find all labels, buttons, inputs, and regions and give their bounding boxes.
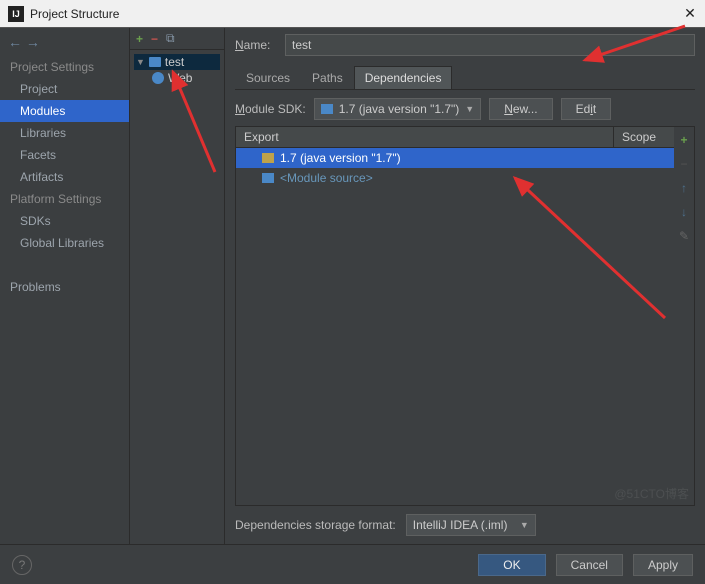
window-title: Project Structure xyxy=(30,7,683,21)
close-icon[interactable]: ✕ xyxy=(683,7,697,21)
app-logo: IJ xyxy=(8,6,24,22)
tab-dependencies[interactable]: Dependencies xyxy=(354,66,453,89)
table-row[interactable]: <Module source> xyxy=(236,168,674,188)
new-button[interactable]: New... xyxy=(489,98,552,120)
folder-icon xyxy=(321,104,333,114)
remove-icon[interactable]: − xyxy=(680,157,687,171)
sdk-label: Module SDK: xyxy=(235,102,306,116)
web-icon xyxy=(152,72,164,84)
storage-value: IntelliJ IDEA (.iml) xyxy=(413,518,508,532)
help-icon[interactable]: ? xyxy=(12,555,32,575)
title-bar: IJ Project Structure ✕ xyxy=(0,0,705,28)
sidebar-item-sdks[interactable]: SDKs xyxy=(0,210,129,232)
tab-sources[interactable]: Sources xyxy=(235,66,301,89)
footer: ? OK Cancel Apply xyxy=(0,544,705,584)
sidebar-item-global-libraries[interactable]: Global Libraries xyxy=(0,232,129,254)
tree-node-test[interactable]: ▼ test xyxy=(134,54,220,70)
move-down-icon[interactable]: ↓ xyxy=(681,205,687,219)
source-icon xyxy=(262,173,274,183)
dependencies-table-wrap: Export Scope 1.7 (java version "1.7") <M… xyxy=(235,126,695,506)
storage-label: Dependencies storage format: xyxy=(235,518,396,532)
move-up-icon[interactable]: ↑ xyxy=(681,181,687,195)
tree-body: ▼ test Web xyxy=(130,50,224,90)
sidebar-item-libraries[interactable]: Libraries xyxy=(0,122,129,144)
name-row: Name: xyxy=(235,34,695,56)
nav-arrows[interactable]: ← → xyxy=(0,34,129,56)
sdk-row: Module SDK: 1.7 (java version "1.7") ▼ N… xyxy=(235,98,695,120)
edit-icon[interactable]: ✎ xyxy=(679,229,689,243)
sidebar-item-facets[interactable]: Facets xyxy=(0,144,129,166)
sdk-combo[interactable]: 1.7 (java version "1.7") ▼ xyxy=(314,98,482,120)
name-input[interactable] xyxy=(285,34,695,56)
storage-combo[interactable]: IntelliJ IDEA (.iml) ▼ xyxy=(406,514,536,536)
dep-label: <Module source> xyxy=(280,171,373,185)
table-vtoolbar: + − ↑ ↓ ✎ xyxy=(674,127,694,505)
tree-node-label: Web xyxy=(168,71,192,85)
edit-button[interactable]: Edit xyxy=(561,98,612,120)
sidebar-section-empty xyxy=(0,254,129,276)
tab-paths[interactable]: Paths xyxy=(301,66,354,89)
add-icon[interactable]: + xyxy=(680,133,687,147)
th-scope[interactable]: Scope xyxy=(614,127,674,147)
sidebar-section-platform: Platform Settings xyxy=(0,188,129,210)
folder-icon xyxy=(149,57,161,67)
tree-node-label: test xyxy=(165,55,184,69)
tree-node-web[interactable]: Web xyxy=(134,70,220,86)
cancel-button[interactable]: Cancel xyxy=(556,554,623,576)
storage-row: Dependencies storage format: IntelliJ ID… xyxy=(235,514,695,536)
apply-button[interactable]: Apply xyxy=(633,554,693,576)
sidebar-item-project[interactable]: Project xyxy=(0,78,129,100)
chevron-down-icon: ▼ xyxy=(465,104,474,114)
chevron-down-icon: ▼ xyxy=(520,520,529,530)
content-panel: Name: Sources Paths Dependencies Module … xyxy=(225,28,705,544)
sidebar-item-modules[interactable]: Modules xyxy=(0,100,129,122)
sidebar-item-problems[interactable]: Problems xyxy=(0,276,129,298)
th-export[interactable]: Export xyxy=(236,127,614,147)
dependencies-table: Export Scope 1.7 (java version "1.7") <M… xyxy=(236,127,674,505)
expand-icon[interactable]: ▼ xyxy=(136,57,145,67)
main-area: ← → Project Settings Project Modules Lib… xyxy=(0,28,705,544)
sidebar: ← → Project Settings Project Modules Lib… xyxy=(0,28,130,544)
copy-icon[interactable]: ⧉ xyxy=(166,31,175,46)
tree-toolbar: + − ⧉ xyxy=(130,28,224,50)
name-label: Name: xyxy=(235,38,277,52)
ok-button[interactable]: OK xyxy=(478,554,545,576)
add-icon[interactable]: + xyxy=(136,32,143,46)
table-row[interactable]: 1.7 (java version "1.7") xyxy=(236,148,674,168)
table-body: 1.7 (java version "1.7") <Module source> xyxy=(236,148,674,505)
sdk-value: 1.7 (java version "1.7") xyxy=(339,102,460,116)
module-tree-panel: + − ⧉ ▼ test Web xyxy=(130,28,225,544)
sidebar-item-artifacts[interactable]: Artifacts xyxy=(0,166,129,188)
table-header: Export Scope xyxy=(236,127,674,148)
sidebar-section-project: Project Settings xyxy=(0,56,129,78)
dep-label: 1.7 (java version "1.7") xyxy=(280,151,401,165)
tabs: Sources Paths Dependencies xyxy=(235,66,695,90)
remove-icon[interactable]: − xyxy=(151,32,158,46)
folder-icon xyxy=(262,153,274,163)
